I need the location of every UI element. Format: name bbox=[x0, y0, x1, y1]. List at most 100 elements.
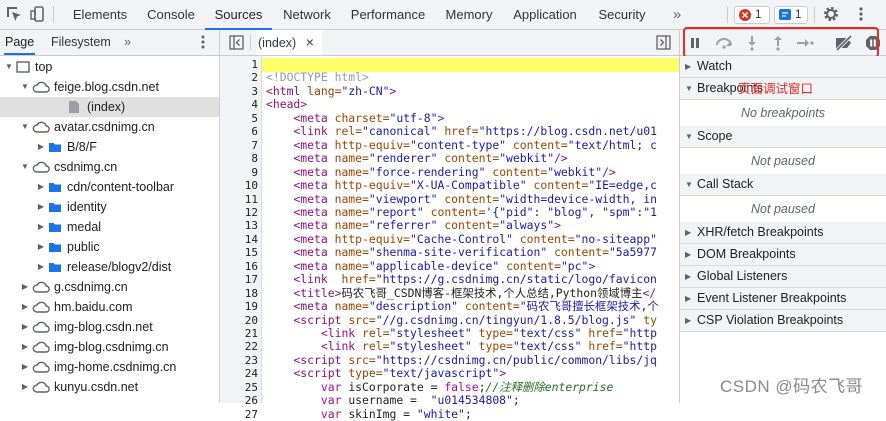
line-number[interactable]: 14 bbox=[220, 233, 258, 247]
tree-item[interactable]: ▼ csdnimg.cn bbox=[0, 157, 219, 177]
code-line[interactable]: <meta http-equiv="Cache-Control" content… bbox=[266, 233, 678, 247]
section-header-xhr-fetch-breakpoints[interactable]: ▶ XHR/fetch Breakpoints bbox=[680, 222, 886, 244]
code-line[interactable]: <meta name="renderer" content="webkit"/> bbox=[266, 152, 678, 166]
tree-item[interactable]: ▼ top bbox=[0, 57, 219, 77]
section-header-event-listener-breakpoints[interactable]: ▶ Event Listener Breakpoints bbox=[680, 288, 886, 310]
code-line[interactable]: <!DOCTYPE html> bbox=[266, 71, 678, 85]
section-header-call-stack[interactable]: ▼ Call Stack bbox=[680, 174, 886, 196]
message-count-badge[interactable]: 1 bbox=[774, 6, 808, 24]
code-line[interactable]: <link href="https://g.csdnimg.cn/static/… bbox=[266, 273, 678, 287]
editor-tab-index[interactable]: (index) × bbox=[256, 30, 322, 55]
line-number[interactable]: 13 bbox=[220, 219, 258, 233]
line-number[interactable]: 20 bbox=[220, 314, 258, 328]
line-number[interactable]: 11 bbox=[220, 193, 258, 207]
section-header-global-listeners[interactable]: ▶ Global Listeners bbox=[680, 266, 886, 288]
line-number[interactable]: 27 bbox=[220, 408, 258, 421]
tree-item[interactable]: ▶ kunyu.csdn.net bbox=[0, 377, 219, 397]
code-line[interactable] bbox=[266, 58, 678, 72]
code-line[interactable]: <link rel="canonical" href="https://blog… bbox=[266, 125, 678, 139]
more-tabs-icon[interactable]: » bbox=[124, 30, 131, 55]
collapsed-triangle-icon[interactable]: ▶ bbox=[36, 237, 46, 257]
section-header-dom-breakpoints[interactable]: ▶ DOM Breakpoints bbox=[680, 244, 886, 266]
tab-performance[interactable]: Performance bbox=[343, 0, 433, 29]
code-line[interactable]: <script src="https://csdnimg.cn/public/c… bbox=[266, 354, 678, 368]
tree-item[interactable]: ▶ img-blog.csdn.net bbox=[0, 317, 219, 337]
tree-item[interactable]: ▶ cdn/content-toolbar bbox=[0, 177, 219, 197]
error-count-badge[interactable]: 1 bbox=[734, 6, 770, 24]
code-line[interactable]: <meta name="force-rendering" content="we… bbox=[266, 166, 678, 180]
section-header-csp-violation-breakpoints[interactable]: ▶ CSP Violation Breakpoints bbox=[680, 310, 886, 332]
code-line[interactable]: <link rel="stylesheet" type="text/css" h… bbox=[266, 340, 678, 354]
tab-network[interactable]: Network bbox=[275, 0, 339, 29]
line-number[interactable]: 5 bbox=[220, 112, 258, 126]
tree-item[interactable]: ▶ medal bbox=[0, 217, 219, 237]
code-line[interactable]: <meta charset="utf-8"> bbox=[266, 112, 678, 126]
tab-sources[interactable]: Sources bbox=[205, 0, 272, 30]
tree-item[interactable]: ▶ img-blog.csdnimg.cn bbox=[0, 337, 219, 357]
collapsed-triangle-icon[interactable]: ▶ bbox=[36, 257, 46, 277]
tree-item[interactable]: ▶ public bbox=[0, 237, 219, 257]
code-line[interactable]: <meta name="report" content='{"pid": "bl… bbox=[266, 206, 678, 220]
code-line[interactable]: <meta name="viewport" content="width=dev… bbox=[266, 193, 678, 207]
collapsed-triangle-icon[interactable]: ▶ bbox=[20, 317, 30, 337]
gear-icon[interactable] bbox=[822, 5, 840, 23]
line-number[interactable]: 16 bbox=[220, 260, 258, 274]
expanded-triangle-icon[interactable]: ▼ bbox=[20, 77, 30, 97]
line-number[interactable]: 17 bbox=[220, 273, 258, 287]
line-number[interactable]: 8 bbox=[220, 152, 258, 166]
tab-security[interactable]: Security bbox=[590, 0, 654, 29]
close-icon[interactable]: × bbox=[306, 34, 314, 50]
collapsed-triangle-icon[interactable]: ▶ bbox=[36, 177, 46, 197]
code-line[interactable]: var isCorporate = false;//注释删除enterprise bbox=[266, 381, 678, 395]
collapsed-triangle-icon[interactable]: ▶ bbox=[20, 357, 30, 377]
line-number[interactable]: 15 bbox=[220, 246, 258, 260]
tree-item[interactable]: ▶ release/blogv2/dist bbox=[0, 257, 219, 277]
section-header-watch[interactable]: ▶ Watch bbox=[680, 56, 886, 78]
expanded-triangle-icon[interactable]: ▼ bbox=[20, 157, 30, 177]
line-number[interactable]: 7 bbox=[220, 139, 258, 153]
collapsed-triangle-icon[interactable]: ▶ bbox=[36, 217, 46, 237]
code-line[interactable]: <meta name="shenma-site-verification" co… bbox=[266, 246, 678, 260]
line-number[interactable]: 18 bbox=[220, 287, 258, 301]
kebab-menu-icon[interactable] bbox=[852, 5, 870, 23]
tree-item[interactable]: ▶ hm.baidu.com bbox=[0, 297, 219, 317]
tree-item[interactable]: ▶ B/8/F bbox=[0, 137, 219, 157]
tab-application[interactable]: Application bbox=[506, 0, 584, 29]
code-line[interactable]: <html lang="zh-CN"> bbox=[266, 85, 678, 99]
line-number[interactable]: 10 bbox=[220, 179, 258, 193]
more-tabs-icon[interactable]: » bbox=[667, 0, 687, 29]
code-line[interactable]: <head> bbox=[266, 98, 678, 112]
toggle-navigator-icon[interactable] bbox=[229, 35, 244, 53]
tab-page[interactable]: Page bbox=[5, 30, 34, 55]
expanded-triangle-icon[interactable]: ▼ bbox=[20, 117, 30, 137]
tab-filesystem[interactable]: Filesystem bbox=[51, 30, 111, 55]
line-number[interactable]: 4 bbox=[220, 98, 258, 112]
line-number[interactable]: 22 bbox=[220, 340, 258, 354]
collapsed-triangle-icon[interactable]: ▶ bbox=[36, 137, 46, 157]
line-number[interactable]: 2 bbox=[220, 71, 258, 85]
code-line[interactable]: <link rel="stylesheet" type="text/css" h… bbox=[266, 327, 678, 341]
line-number[interactable]: 19 bbox=[220, 300, 258, 314]
code-line[interactable]: <meta name="applicable-device" content="… bbox=[266, 260, 678, 274]
line-number[interactable]: 3 bbox=[220, 85, 258, 99]
collapsed-triangle-icon[interactable]: ▶ bbox=[20, 297, 30, 317]
tree-item[interactable]: ▼ feige.blog.csdn.net bbox=[0, 77, 219, 97]
line-number[interactable]: 25 bbox=[220, 381, 258, 395]
tree-item[interactable]: ▼ avatar.csdnimg.cn bbox=[0, 117, 219, 137]
inspect-element-icon[interactable] bbox=[5, 5, 23, 23]
collapsed-triangle-icon[interactable]: ▶ bbox=[36, 197, 46, 217]
code-line[interactable]: <meta name="description" content="码农飞哥擅长… bbox=[266, 300, 678, 314]
collapsed-triangle-icon[interactable]: ▶ bbox=[20, 277, 30, 297]
tree-item[interactable]: (index) bbox=[0, 97, 219, 117]
tree-item[interactable]: ▶ identity bbox=[0, 197, 219, 217]
tab-elements[interactable]: Elements bbox=[64, 0, 136, 29]
tab-console[interactable]: Console bbox=[138, 0, 204, 29]
code-line[interactable]: <script src="//g.csdnimg.cn/tingyun/1.8.… bbox=[266, 314, 678, 328]
device-toolbar-icon[interactable] bbox=[29, 5, 47, 23]
line-number[interactable]: 24 bbox=[220, 367, 258, 381]
section-header-scope[interactable]: ▼ Scope bbox=[680, 126, 886, 148]
code-line[interactable]: var skinImg = "white"; bbox=[266, 408, 678, 421]
code-line[interactable]: var username = "u014534808"; bbox=[266, 394, 678, 408]
tree-item[interactable]: ▶ img-home.csdnimg.cn bbox=[0, 357, 219, 377]
code-line[interactable]: <meta http-equiv="content-type" content=… bbox=[266, 139, 678, 153]
